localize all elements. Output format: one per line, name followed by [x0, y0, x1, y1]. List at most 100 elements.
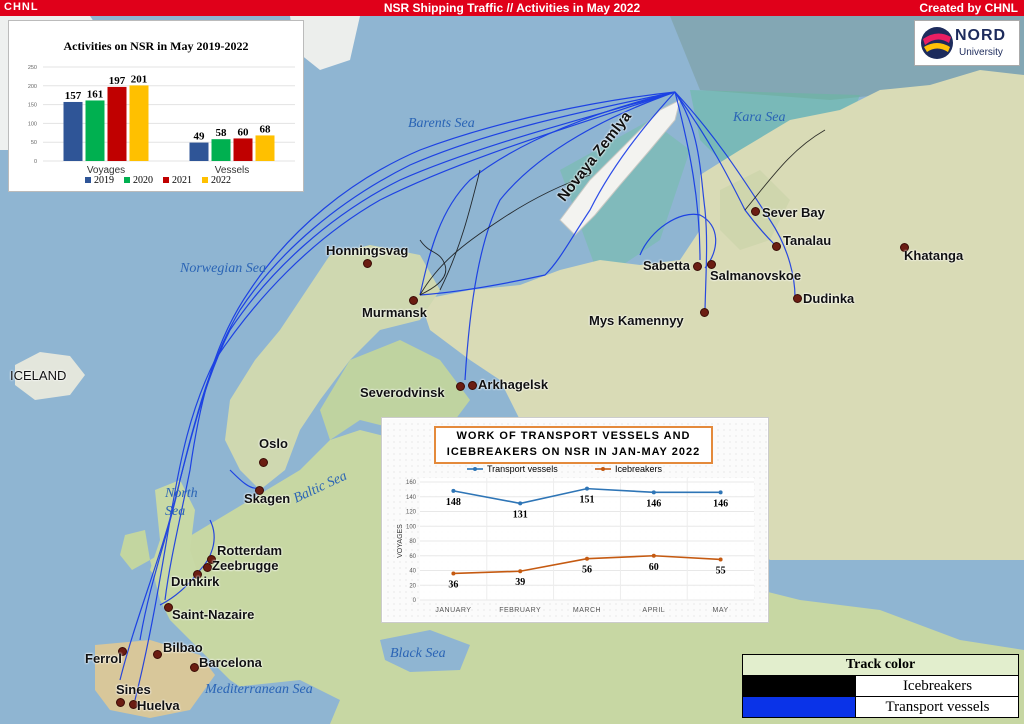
- line-chart-bg-dot: [423, 465, 425, 467]
- line-chart-bg-dot: [765, 531, 767, 533]
- line-chart-bg-dot: [765, 555, 767, 557]
- line-chart-bg-dot: [681, 465, 683, 467]
- line-chart-bg-dot: [393, 597, 395, 599]
- line-chart-bg-dot: [543, 423, 545, 425]
- line-chart-bg-dot: [735, 471, 737, 473]
- line-chart-bg-dot: [621, 615, 623, 617]
- line-chart-bg-dot: [693, 423, 695, 425]
- line-chart-bg-dot: [393, 603, 395, 605]
- line-chart-bg-dot: [687, 615, 689, 617]
- line-chart-bg-dot: [765, 429, 767, 431]
- line-chart-bg-dot: [429, 435, 431, 437]
- line-chart-bg-dot: [489, 615, 491, 617]
- line-chart-bg-dot: [699, 609, 701, 611]
- line-chart-bg-dot: [741, 459, 743, 461]
- port-dot-severodvinsk: [456, 382, 465, 391]
- line-chart-bg-dot: [399, 447, 401, 449]
- line-chart-bg-dot: [591, 465, 593, 467]
- port-dot-zeebrugge: [203, 563, 212, 572]
- country-label-iceland: ICELAND: [10, 368, 67, 383]
- line-chart-bg-dot: [711, 423, 713, 425]
- line-chart-bg-dot: [399, 507, 401, 509]
- page-title: NSR Shipping Traffic // Activities in Ma…: [383, 1, 641, 15]
- line-chart-bg-dot: [657, 423, 659, 425]
- line-chart-bg-dot: [747, 429, 749, 431]
- line-chart-bg-dot: [765, 453, 767, 455]
- line-chart-bg-dot: [765, 573, 767, 575]
- port-label-rotterdam: Rotterdam: [217, 543, 283, 558]
- line-chart-bg-dot: [621, 603, 623, 605]
- line-chart-bg-dot: [705, 603, 707, 605]
- line-chart-bg-dot: [753, 459, 755, 461]
- line-chart-bg-dot: [429, 471, 431, 473]
- line-chart-bg-dot: [405, 585, 407, 587]
- line-chart-bg-dot: [483, 465, 485, 467]
- line-chart-bg-dot: [417, 459, 419, 461]
- legend-swatch-transport: [743, 697, 855, 717]
- line-chart-bg-dot: [759, 465, 761, 467]
- line-chart-bg-dot: [411, 453, 413, 455]
- line-chart-bg-dot: [459, 471, 461, 473]
- line-chart-bg-dot: [759, 555, 761, 557]
- line-chart-bg-dot: [759, 501, 761, 503]
- line-chart-bg-dot: [405, 531, 407, 533]
- line-chart-bg-dot: [495, 609, 497, 611]
- line-chart-bg-dot: [765, 507, 767, 509]
- line-chart-bg-dot: [429, 615, 431, 617]
- line-chart-bg-dot: [417, 603, 419, 605]
- port-label-sines: Sines: [116, 682, 151, 697]
- line-chart-bg-dot: [759, 441, 761, 443]
- line-chart-bg-dot: [753, 435, 755, 437]
- line-chart-bg-dot: [387, 561, 389, 563]
- line-chart-bg-dot: [717, 459, 719, 461]
- line-chart-bg-dot: [759, 525, 761, 527]
- line-chart-bg-dot: [615, 423, 617, 425]
- line-chart-bg-dot: [747, 471, 749, 473]
- line-chart-bg-dot: [585, 471, 587, 473]
- line-chart-bg-dot: [537, 603, 539, 605]
- line-chart-bg-dot: [405, 447, 407, 449]
- line-chart-bg-dot: [633, 609, 635, 611]
- line-chart-bg-dot: [399, 459, 401, 461]
- line-chart-bg-dot: [549, 423, 551, 425]
- line-chart-bg-dot: [747, 459, 749, 461]
- line-chart-bg-dot: [417, 453, 419, 455]
- line-chart-bg-dot: [405, 489, 407, 491]
- line-chart-bg-dot: [681, 603, 683, 605]
- line-chart-bg-dot: [507, 423, 509, 425]
- line-chart-bg-dot: [729, 453, 731, 455]
- line-chart-bg-dot: [765, 495, 767, 497]
- line-chart-bg-dot: [681, 471, 683, 473]
- port-label-sever-bay: Sever Bay: [762, 205, 825, 220]
- line-chart-bg-dot: [393, 465, 395, 467]
- line-chart-bg-dot: [399, 573, 401, 575]
- line-chart-bg-dot: [645, 615, 647, 617]
- line-chart-bg-dot: [543, 603, 545, 605]
- line-chart-bg-dot: [729, 441, 731, 443]
- line-chart-bg-dot: [735, 441, 737, 443]
- line-chart-bg-dot: [429, 459, 431, 461]
- line-chart-bg-dot: [411, 471, 413, 473]
- sea-label-barents: Barents Sea: [408, 116, 475, 131]
- line-chart-bg-dot: [759, 453, 761, 455]
- line-chart-bg-dot: [765, 441, 767, 443]
- line-chart-bg-dot: [405, 423, 407, 425]
- legend-label-icebreakers: Icebreakers: [855, 676, 1019, 696]
- line-chart-bg-dot: [423, 603, 425, 605]
- line-chart-bg-dot: [741, 453, 743, 455]
- line-chart-bg-dot: [585, 603, 587, 605]
- line-chart-bg-dot: [513, 603, 515, 605]
- line-chart-ytick: 140: [406, 495, 417, 501]
- line-chart-bg-dot: [417, 585, 419, 587]
- line-chart-bg-dot: [417, 537, 419, 539]
- line-chart-bg-dot: [633, 423, 635, 425]
- bar-chart-bar: [233, 138, 253, 161]
- line-chart-bg-dot: [417, 525, 419, 527]
- line-chart-bg-dot: [393, 555, 395, 557]
- line-chart-bg-dot: [765, 483, 767, 485]
- line-chart-bg-dot: [597, 615, 599, 617]
- line-chart-bg-dot: [501, 603, 503, 605]
- line-chart-bg-dot: [405, 441, 407, 443]
- line-chart-bg-dot: [399, 453, 401, 455]
- line-chart-bg-dot: [393, 483, 395, 485]
